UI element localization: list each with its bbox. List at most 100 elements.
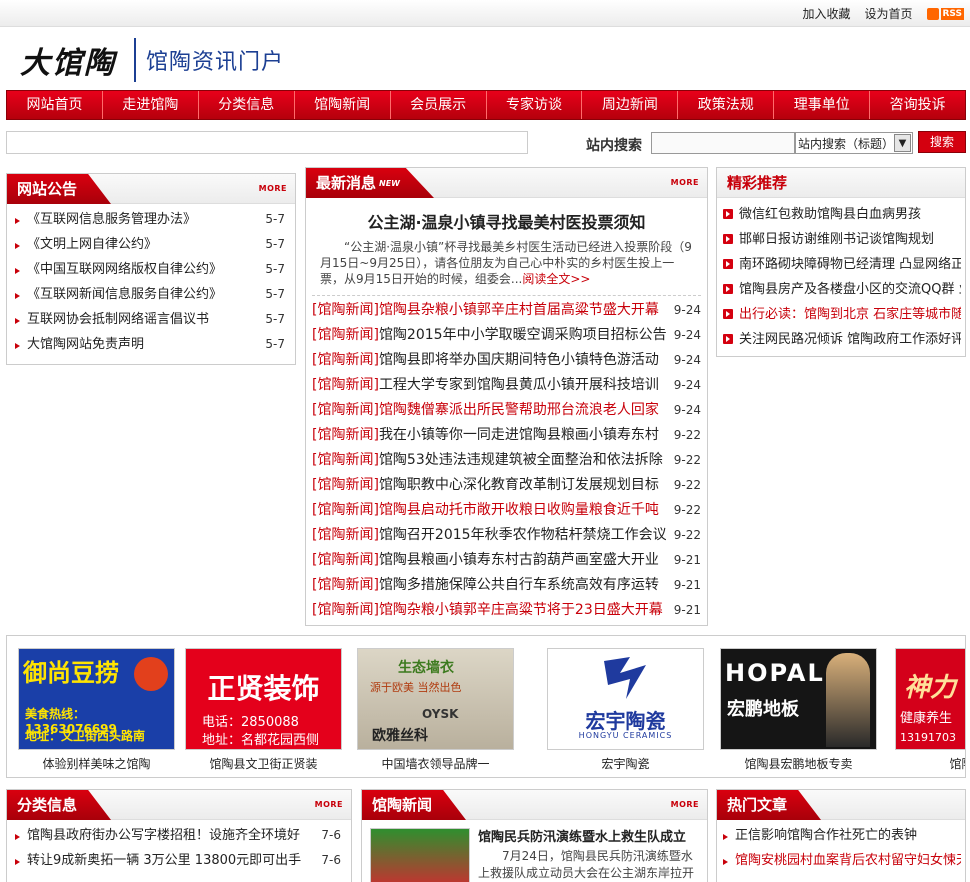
ad-caption: 宏宇陶瓷 — [601, 757, 650, 771]
ad-image: 神力 健康养生 13191703 — [895, 648, 965, 750]
rss-link[interactable]: RSS — [926, 7, 964, 20]
notice-item[interactable]: 《互联网新闻信息服务自律公约》 5-7 — [15, 282, 285, 307]
news-date: 9-22 — [665, 423, 701, 448]
recommend-list: 微信红包救助馆陶县白血病男孩邯郸日报访谢维刚书记谈馆陶规划南环路砌块障碍物已经清… — [717, 198, 965, 352]
guantao-news-more-link[interactable]: MORE — [671, 800, 699, 809]
nav-item-home[interactable]: 网站首页 — [7, 91, 103, 119]
spokesperson-image — [826, 653, 870, 747]
classified-item[interactable]: 转让9成新奥拓一辆 3万公里 13800元即可出手 7-6 — [15, 848, 341, 873]
latest-news-item[interactable]: [馆陶新闻]馆陶县杂粮小镇郭辛庄村首届高粱节盛大开幕 9-24 — [312, 298, 701, 323]
hot-articles-list: 正信影响馆陶合作社死亡的表钟 馆陶安桃园村血案背后农村留守妇女悚天 — [717, 820, 965, 873]
category-tag[interactable]: [馆陶新闻] — [312, 602, 379, 618]
hot-article-item[interactable]: 馆陶安桃园村血案背后农村留守妇女悚天 — [723, 848, 961, 873]
nav-item-council[interactable]: 理事单位 — [774, 91, 871, 119]
latest-news-item[interactable]: [馆陶新闻]馆陶魏僧寨派出所民警帮助邢台流浪老人回家 9-24 — [312, 398, 701, 423]
category-tag[interactable]: [馆陶新闻] — [312, 577, 379, 593]
latest-news-item[interactable]: [馆陶新闻]馆陶杂粮小镇郭辛庄高粱节将于23日盛大开幕 9-21 — [312, 598, 701, 623]
search-scope-value: 站内搜索（标题） — [798, 136, 895, 151]
latest-news-item[interactable]: [馆陶新闻]馆陶县粮画小镇寿东村古韵葫芦画室盛大开业 9-21 — [312, 548, 701, 573]
nav-item-classified[interactable]: 分类信息 — [199, 91, 295, 119]
news-title: 馆陶杂粮小镇郭辛庄高粱节将于23日盛大开幕 — [378, 602, 663, 618]
arrow-bullet-icon — [723, 334, 733, 344]
ad-item[interactable]: 正贤装饰 电话：2850088 地址：名都花园西侧 馆陶县文卫街正贤装 — [185, 648, 342, 772]
category-tag[interactable]: [馆陶新闻] — [312, 327, 379, 343]
news-thumbnail[interactable] — [370, 828, 470, 882]
nav-item-complaints[interactable]: 咨询投诉 — [870, 91, 965, 119]
recommend-item[interactable]: 南环路砌块障碍物已经清理 凸显网络正 — [723, 252, 961, 277]
nav-item-members[interactable]: 会员展示 — [391, 91, 487, 119]
latest-more-link[interactable]: MORE — [671, 178, 699, 187]
ad-item[interactable]: 御尚豆捞 美食热线：13363076699 地址：文卫街西头路南 体验别样美味之… — [18, 648, 175, 772]
recommend-item[interactable]: 馆陶县房产及各楼盘小区的交流QQ群 业 — [723, 277, 961, 302]
ad-caption: 体验别样美味之馆陶 — [42, 757, 151, 771]
news-title: 馆陶职教中心深化教育改革制订发展规划目标 — [378, 477, 659, 493]
recommend-item-text: 出行必读：馆陶到北京 石家庄等城市随 — [739, 307, 961, 322]
category-tag[interactable]: [馆陶新闻] — [312, 477, 379, 493]
read-more-link[interactable]: 阅读全文>> — [522, 272, 590, 286]
ad-image: HOPAL 宏鹏地板 — [720, 648, 877, 750]
latest-headline[interactable]: 公主湖·温泉小镇寻找最美村医投票须知 — [306, 209, 707, 233]
classified-more-link[interactable]: MORE — [315, 800, 343, 809]
notice-item[interactable]: 大馆陶网站免责声明 5-7 — [15, 332, 285, 357]
category-tag[interactable]: [馆陶新闻] — [312, 402, 379, 418]
hot-articles-header: 热门文章 — [717, 790, 965, 820]
latest-news-item[interactable]: [馆陶新闻]馆陶召开2015年秋季农作物秸杆禁烧工作会议 9-22 — [312, 523, 701, 548]
news-date: 9-24 — [665, 298, 701, 323]
notice-item[interactable]: 《互联网信息服务管理办法》 5-7 — [15, 207, 285, 232]
set-homepage-link[interactable]: 设为首页 — [864, 5, 912, 22]
recommend-panel: 精彩推荐 微信红包救助馆陶县白血病男孩 邯郸日报访谢维刚书记谈馆陶规划 南环路砌块障… — [716, 167, 966, 357]
latest-news-item[interactable]: [馆陶新闻]馆陶多措施保障公共自行车系统高效有序运转 9-21 — [312, 573, 701, 598]
search-scope-select[interactable]: 站内搜索（标题） ▼ — [795, 132, 913, 154]
latest-news-item[interactable]: [馆陶新闻]馆陶县启动托市敞开收粮日收购量粮食近千吨 9-22 — [312, 498, 701, 523]
category-tag[interactable]: [馆陶新闻] — [312, 527, 379, 543]
classified-item[interactable]: 馆陶县政府街办公写字楼招租！设施齐全环境好 7-6 — [15, 823, 341, 848]
news-title: 我在小镇等你一同走进馆陶县粮画小镇寿东村 — [378, 427, 659, 443]
news-date: 9-22 — [665, 523, 701, 548]
guantao-news-headline[interactable]: 馆陶民兵防汛演练暨水上救生队成立 — [478, 826, 686, 845]
category-tag[interactable]: [馆陶新闻] — [312, 427, 379, 443]
ad-item[interactable]: 宏宇陶瓷 HONGYU CERAMICS 宏宇陶瓷 — [547, 648, 704, 772]
category-tag[interactable]: [馆陶新闻] — [312, 502, 379, 518]
recommend-item[interactable]: 出行必读：馆陶到北京 石家庄等城市随 — [723, 302, 961, 327]
nav-item-news[interactable]: 馆陶新闻 — [295, 91, 391, 119]
latest-news-item[interactable]: [馆陶新闻]馆陶53处违法违规建筑被全面整治和依法拆除 9-22 — [312, 448, 701, 473]
site-logo[interactable]: 大馆陶 馆陶资讯门户 — [20, 38, 284, 82]
notice-more-link[interactable]: MORE — [259, 184, 287, 193]
category-tag[interactable]: [馆陶新闻] — [312, 377, 379, 393]
main-nav: 网站首页 走进馆陶 分类信息 馆陶新闻 会员展示 专家访谈 周边新闻 政策法规 … — [6, 90, 966, 120]
category-tag[interactable]: [馆陶新闻] — [312, 552, 379, 568]
arrow-bullet-icon — [723, 259, 733, 269]
notice-item[interactable]: 《中国互联网网络版权自律公约》 5-7 — [15, 257, 285, 282]
nav-item-policy[interactable]: 政策法规 — [678, 91, 775, 119]
notice-item[interactable]: 《文明上网自律公约》 5-7 — [15, 232, 285, 257]
nav-item-interviews[interactable]: 专家访谈 — [487, 91, 583, 119]
latest-news-item[interactable]: [馆陶新闻]馆陶县即将举办国庆期间特色小镇特色游活动 9-24 — [312, 348, 701, 373]
latest-news-item[interactable]: [馆陶新闻]馆陶职教中心深化教育改革制订发展规划目标 9-22 — [312, 473, 701, 498]
latest-news-item[interactable]: [馆陶新闻]馆陶2015年中小学取暖空调采购项目招标公告 9-24 — [312, 323, 701, 348]
recommend-item[interactable]: 微信红包救助馆陶县白血病男孩 — [723, 202, 961, 227]
ad-item[interactable]: HOPAL 宏鹏地板 馆陶县宏鹏地板专卖 — [720, 648, 877, 772]
news-title: 馆陶县即将举办国庆期间特色小镇特色游活动 — [378, 352, 659, 368]
add-bookmark-link[interactable]: 加入收藏 — [802, 5, 850, 22]
nav-item-about[interactable]: 走进馆陶 — [103, 91, 199, 119]
ad-item[interactable]: 生态墙衣 源于欧美 当然出色 OYSK 欧雅丝科 中国墙衣领导品牌一 — [357, 648, 514, 772]
recommend-item[interactable]: 关注网民路况倾诉 馆陶政府工作添好评 — [723, 327, 961, 352]
search-button[interactable]: 搜索 — [918, 131, 966, 153]
category-tag[interactable]: [馆陶新闻] — [312, 302, 379, 318]
hot-article-item[interactable]: 正信影响馆陶合作社死亡的表钟 — [723, 823, 961, 848]
notice-item[interactable]: 互联网协会抵制网络谣言倡议书 5-7 — [15, 307, 285, 332]
search-input[interactable] — [651, 132, 795, 154]
recommend-item-text: 邯郸日报访谢维刚书记谈馆陶规划 — [739, 232, 935, 247]
category-tag[interactable]: [馆陶新闻] — [312, 352, 379, 368]
guantao-news-header: 馆陶新闻 MORE — [362, 790, 707, 820]
category-tag[interactable]: [馆陶新闻] — [312, 452, 379, 468]
ad-caption: 馆陶县文卫街正贤装 — [209, 757, 318, 771]
ad-item[interactable]: 神力 健康养生 13191703 馆陶神力 — [895, 648, 965, 772]
latest-news-item[interactable]: [馆陶新闻]我在小镇等你一同走进馆陶县粮画小镇寿东村 9-22 — [312, 423, 701, 448]
ad-strip: 御尚豆捞 美食热线：13363076699 地址：文卫街西头路南 体验别样美味之… — [6, 635, 966, 778]
recommend-item[interactable]: 邯郸日报访谢维刚书记谈馆陶规划 — [723, 227, 961, 252]
logo-divider — [134, 38, 136, 82]
latest-news-item[interactable]: [馆陶新闻]工程大学专家到馆陶县黄瓜小镇开展科技培训 9-24 — [312, 373, 701, 398]
ad-caption: 中国墙衣领导品牌一 — [381, 757, 490, 771]
nav-item-nearby[interactable]: 周边新闻 — [582, 91, 679, 119]
